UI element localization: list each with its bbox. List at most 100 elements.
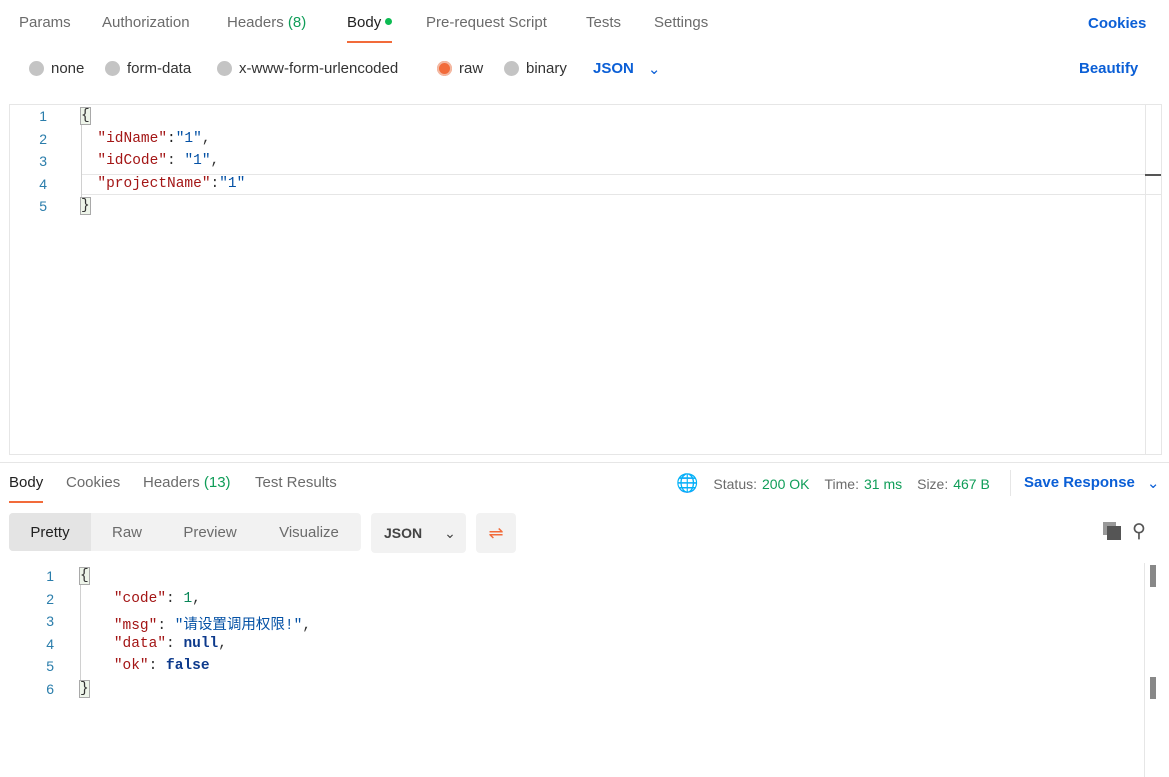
code-line: "idName":"1", xyxy=(80,130,210,147)
response-tab-headers[interactable]: Headers (13) xyxy=(143,474,231,491)
radio-label: none xyxy=(51,60,85,77)
chevron-down-icon: ⌄ xyxy=(1146,475,1160,492)
response-meta: 🌐 Status: 200 OK Time: 31 ms Size: 467 B xyxy=(676,473,990,494)
response-tab-body[interactable]: Body xyxy=(9,474,44,503)
radio-binary[interactable]: binary xyxy=(504,60,567,77)
code-token: : xyxy=(210,175,220,192)
line-number: 1 xyxy=(39,108,47,124)
radio-selected-icon xyxy=(437,61,452,76)
code-token: { xyxy=(79,567,90,585)
request-body-editor[interactable]: 1{2 "idName":"1", 3 "idCode": "1", 4 "proj… xyxy=(9,104,1162,455)
code-token: "idName" xyxy=(97,130,168,147)
status-value[interactable]: 200 OK xyxy=(762,476,809,492)
code-line: } xyxy=(80,197,91,215)
headers-count: (8) xyxy=(287,14,307,31)
code-token: 1 xyxy=(183,590,193,607)
code-token: } xyxy=(80,197,91,215)
scroll-marker xyxy=(1150,565,1156,587)
radio-none[interactable]: none xyxy=(29,60,84,77)
tab-params[interactable]: Params xyxy=(19,14,71,31)
radio-label: x-www-form-urlencoded xyxy=(239,60,399,77)
response-tab-cookies[interactable]: Cookies xyxy=(66,474,120,491)
save-response-button[interactable]: Save Response ⌄ xyxy=(1024,474,1159,492)
code-token: : xyxy=(166,590,184,607)
chevron-down-icon: ⌄ xyxy=(444,524,456,541)
chevron-down-icon: ⌄ xyxy=(647,61,661,78)
view-visualize[interactable]: Visualize xyxy=(257,513,361,551)
editor-scrollbar[interactable] xyxy=(1145,105,1161,454)
response-format-dropdown[interactable]: JSON ⌄ xyxy=(371,513,466,553)
line-number: 4 xyxy=(46,635,54,652)
response-tab-test-results[interactable]: Test Results xyxy=(255,474,337,491)
size-value[interactable]: 467 B xyxy=(953,476,990,492)
view-raw[interactable]: Raw xyxy=(91,513,163,551)
code-token: } xyxy=(79,679,90,698)
code-line: "idCode": "1", xyxy=(80,153,219,169)
code-token: : xyxy=(167,130,176,147)
radio-icon xyxy=(29,61,44,76)
radio-raw[interactable]: raw xyxy=(437,60,483,77)
tab-body[interactable]: Body xyxy=(347,14,393,43)
view-preview[interactable]: Preview xyxy=(163,513,257,551)
radio-label: form-data xyxy=(127,60,192,77)
copy-icon[interactable] xyxy=(1103,522,1121,540)
line-number: 6 xyxy=(46,680,54,697)
tab-headers[interactable]: Headers (8) xyxy=(227,14,306,31)
beautify-button[interactable]: Beautify xyxy=(1079,60,1138,77)
tab-authorization[interactable]: Authorization xyxy=(102,14,190,31)
tab-label: Headers xyxy=(143,474,200,491)
code-token: "请设置调用权限!" xyxy=(174,618,303,634)
line-number: 2 xyxy=(46,590,54,607)
cookies-link[interactable]: Cookies xyxy=(1088,15,1146,32)
response-body-viewer[interactable]: 1 {2 "code": 1, 3 "msg": "请设置调用权限!", 4 "dat… xyxy=(0,563,1169,777)
time-value[interactable]: 31 ms xyxy=(864,476,902,492)
code-token: "1" xyxy=(219,175,246,192)
headers-count: (13) xyxy=(203,474,231,491)
globe-lock-icon[interactable]: 🌐 xyxy=(676,473,698,494)
code-token: "msg" xyxy=(113,618,158,634)
code-token: "ok" xyxy=(113,658,149,674)
line-number: 3 xyxy=(46,613,54,629)
code-token: : xyxy=(167,153,185,169)
code-token: null xyxy=(183,635,219,652)
code-token: : xyxy=(157,618,175,634)
tab-settings[interactable]: Settings xyxy=(654,14,708,31)
code-token: false xyxy=(166,658,210,674)
code-token: "idCode" xyxy=(97,153,168,169)
code-line: } xyxy=(79,679,90,698)
line-number: 5 xyxy=(39,198,47,214)
scroll-marker xyxy=(1145,174,1161,176)
code-line: { xyxy=(80,107,91,125)
radio-form-data[interactable]: form-data xyxy=(105,60,191,77)
search-icon[interactable]: ⚲ xyxy=(1132,520,1146,543)
view-mode-selector: Pretty Raw Preview Visualize xyxy=(9,513,361,551)
wrap-lines-icon[interactable]: ⇌ xyxy=(476,513,516,553)
scroll-marker xyxy=(1150,677,1156,699)
code-token: , xyxy=(192,590,201,607)
code-line: "code": 1, xyxy=(79,591,201,607)
line-number: 5 xyxy=(46,658,54,674)
code-token: , xyxy=(218,635,227,652)
code-token: "1" xyxy=(184,153,211,169)
code-token: : xyxy=(148,658,167,674)
tab-tests[interactable]: Tests xyxy=(586,14,621,31)
radio-urlencoded[interactable]: x-www-form-urlencoded xyxy=(217,60,398,77)
line-number: 2 xyxy=(39,130,47,147)
language-dropdown[interactable]: JSON ⌄ xyxy=(593,60,660,78)
status-label: Status: xyxy=(713,475,758,492)
code-token: , xyxy=(210,153,220,169)
size-label: Size: xyxy=(917,475,949,492)
code-line: "msg": "请设置调用权限!", xyxy=(79,613,311,634)
view-pretty[interactable]: Pretty xyxy=(9,513,91,551)
tab-pre-request-script[interactable]: Pre-request Script xyxy=(426,14,547,31)
pane-divider[interactable] xyxy=(0,462,1169,463)
response-scrollbar[interactable] xyxy=(1144,563,1145,777)
tab-label: Body xyxy=(347,14,382,31)
time-label: Time: xyxy=(824,475,859,492)
radio-label: binary xyxy=(526,60,567,77)
